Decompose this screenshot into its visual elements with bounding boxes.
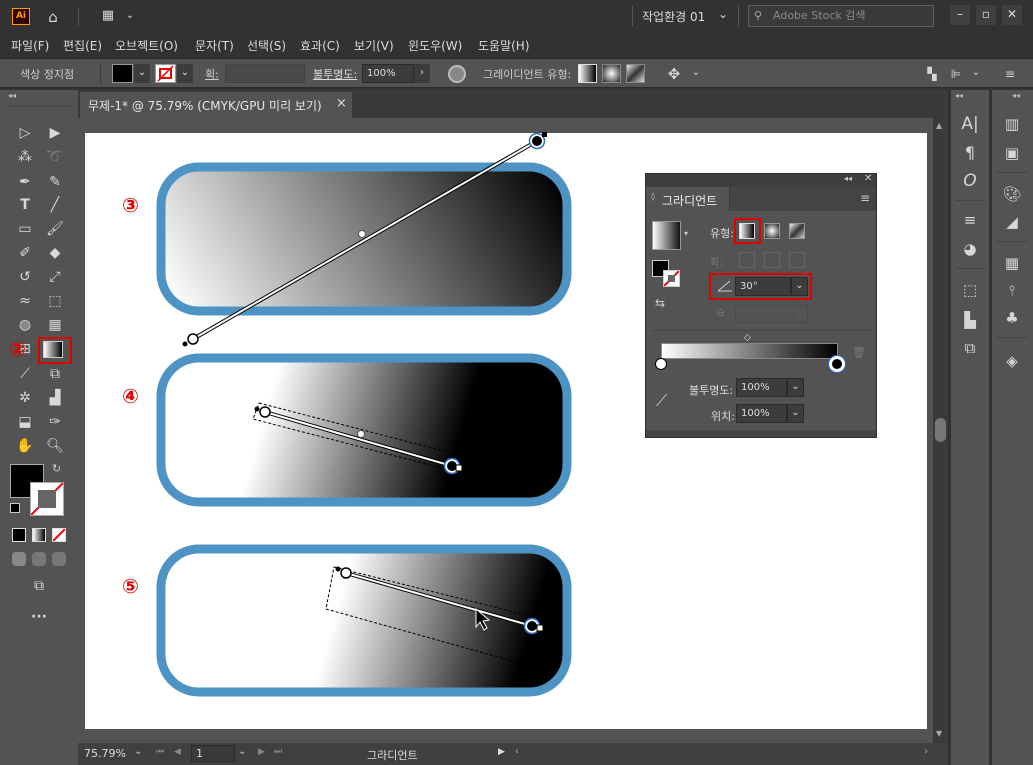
panel-stroke-swatch[interactable] bbox=[663, 270, 680, 287]
gradient-panel-icon[interactable]: ◢ bbox=[1002, 213, 1022, 231]
divider bbox=[652, 330, 870, 331]
midpoint-diamond-icon[interactable]: ◇ bbox=[744, 333, 751, 343]
gradient-start-stop[interactable] bbox=[340, 567, 352, 579]
collapse-panel-icon[interactable]: ◂◂ bbox=[844, 174, 852, 183]
swatches-panel-icon[interactable]: ▦ bbox=[1002, 254, 1022, 272]
stop-opacity-dropdown[interactable]: ⌄ bbox=[787, 378, 804, 397]
panel-menu-icon[interactable]: ≡ bbox=[860, 191, 870, 205]
panel-bottom-bar bbox=[646, 430, 876, 437]
stop-location-dropdown[interactable]: ⌄ bbox=[787, 404, 804, 423]
divider bbox=[996, 172, 1029, 173]
aspect-ratio-icon: ⊖ bbox=[716, 306, 726, 319]
chevron-down-icon[interactable]: ⌄ bbox=[238, 746, 246, 757]
first-artboard-icon[interactable]: ⏮ bbox=[156, 747, 164, 757]
status-menu-arrow[interactable]: ▶ bbox=[498, 747, 505, 757]
stop-opacity-input[interactable]: 100% bbox=[736, 378, 787, 397]
vertical-scrollbar[interactable]: ▲ ▼ bbox=[933, 118, 948, 743]
annotator-end-handle[interactable] bbox=[536, 624, 544, 632]
panel-radial-button[interactable] bbox=[764, 223, 780, 239]
pathfinder-panel-icon[interactable]: ⧉ bbox=[960, 339, 980, 357]
gradient-start-stop[interactable] bbox=[187, 333, 199, 345]
scroll-right-icon[interactable]: › bbox=[924, 746, 928, 757]
callout-3: ③ bbox=[122, 193, 139, 217]
brushes-panel-icon[interactable]: ⫯ bbox=[1002, 282, 1022, 300]
stroke-gradient-across-button bbox=[789, 252, 805, 268]
close-panel-icon[interactable]: ✕ bbox=[864, 173, 872, 184]
gradient-preview-swatch[interactable] bbox=[652, 221, 681, 250]
opentype-panel-icon[interactable]: O bbox=[960, 172, 980, 190]
reverse-gradient-icon[interactable]: ⇆ bbox=[655, 296, 665, 310]
panel-dock-right: ◂◂ ▥ ▣ 🎨︎ ◢ ▦ ⫯ ♣ ◈ bbox=[992, 90, 1033, 765]
annotator-origin-dot bbox=[182, 341, 188, 347]
annotator-midpoint[interactable] bbox=[357, 430, 365, 438]
scroll-left-icon[interactable]: ‹ bbox=[515, 746, 519, 757]
annotator-origin-dot bbox=[335, 566, 341, 572]
annotator-end-handle[interactable] bbox=[455, 464, 463, 472]
divider bbox=[955, 200, 985, 201]
divider bbox=[955, 268, 985, 269]
chevron-down-icon[interactable]: ⌄ bbox=[134, 746, 142, 757]
panel-header-bar: ◂◂ ✕ bbox=[646, 173, 876, 187]
character-panel-icon[interactable]: A| bbox=[960, 115, 980, 133]
align-panel-icon[interactable]: ▙ bbox=[960, 311, 980, 329]
gradient-end-stop[interactable] bbox=[525, 619, 539, 633]
annotator-origin-dot bbox=[254, 406, 260, 412]
gradient-start-stop[interactable] bbox=[259, 406, 271, 418]
gradient-end-stop[interactable] bbox=[530, 134, 544, 148]
stroke-gradient-within-button bbox=[739, 252, 755, 268]
gradient-slider-bar[interactable] bbox=[661, 343, 838, 359]
scroll-up-icon[interactable]: ▲ bbox=[936, 121, 942, 130]
scroll-down-icon[interactable]: ▼ bbox=[936, 729, 942, 738]
properties-panel-icon[interactable]: ▣ bbox=[1002, 144, 1022, 162]
artboard-number-field[interactable]: 1 bbox=[191, 745, 235, 762]
callout-4: ④ bbox=[122, 384, 139, 408]
collapse-arrows[interactable]: ◂◂ bbox=[955, 91, 963, 100]
divider bbox=[996, 337, 1029, 338]
panel-tab-strip bbox=[730, 187, 876, 211]
transparency-panel-icon[interactable]: ◕ bbox=[960, 240, 980, 258]
color-panel-icon[interactable]: 🎨︎ bbox=[1002, 185, 1022, 203]
angle-highlight bbox=[709, 273, 812, 300]
zoom-level[interactable]: 75.79% bbox=[84, 747, 126, 760]
annotator-end-handle[interactable] bbox=[542, 132, 547, 137]
linear-type-highlight bbox=[734, 218, 761, 244]
symbols-panel-icon[interactable]: ♣ bbox=[1002, 309, 1022, 327]
annotator-midpoint[interactable] bbox=[358, 230, 366, 238]
panel-tab-arrows: ◊ bbox=[651, 192, 655, 201]
callout-5: ⑤ bbox=[122, 574, 139, 598]
gradient-panel-title: 그라디언트 bbox=[662, 194, 718, 208]
prev-artboard-icon[interactable]: ◀ bbox=[174, 747, 181, 757]
location-label: 위치: bbox=[711, 410, 735, 423]
last-artboard-icon[interactable]: ⏭ bbox=[274, 747, 282, 757]
gradient-stop-white[interactable] bbox=[655, 358, 667, 370]
libraries-panel-icon[interactable]: ▥ bbox=[1002, 115, 1022, 133]
artwork-layer bbox=[156, 132, 572, 697]
gradient-stop-black[interactable] bbox=[829, 356, 845, 372]
transform-panel-icon[interactable]: ⬚ bbox=[960, 281, 980, 299]
eyedropper-icon[interactable]: ⟋ bbox=[656, 391, 667, 411]
scroll-thumb[interactable] bbox=[935, 418, 946, 442]
layers-panel-icon[interactable]: ◈ bbox=[1002, 352, 1022, 370]
paragraph-panel-icon[interactable]: ¶ bbox=[960, 144, 980, 162]
collapse-arrows[interactable]: ◂◂ bbox=[1012, 91, 1020, 100]
next-artboard-icon[interactable]: ▶ bbox=[258, 747, 265, 757]
stroke-gradient-along-button bbox=[764, 252, 780, 268]
stroke-panel-icon[interactable]: ≡ bbox=[960, 211, 980, 229]
opacity-label: 불투명도: bbox=[689, 384, 734, 397]
gradient-panel: ◂◂ ✕ ◊ 그라디언트 ≡ ▾ ⇆ 유형: 획: 30° ⌄ ⊖ ⌄ ◇ 🗑︎… bbox=[645, 173, 877, 438]
stop-location-input[interactable]: 100% bbox=[736, 404, 787, 423]
delete-stop-icon[interactable]: 🗑︎ bbox=[852, 346, 866, 359]
gradient-shape-4[interactable] bbox=[156, 353, 572, 507]
divider bbox=[996, 241, 1029, 242]
callout-2: ② bbox=[9, 337, 26, 361]
aspect-ratio-input: ⌄ bbox=[735, 305, 808, 323]
status-bar: 75.79% ⌄ ⏮ ◀ 1 ⌄ ▶ ⏭ 그라디언트 ▶ ‹ › bbox=[78, 743, 948, 765]
chevron-down-icon[interactable]: ▾ bbox=[684, 229, 688, 238]
type-label: 유형: bbox=[710, 227, 734, 240]
stroke-label-dim: 획: bbox=[710, 258, 723, 269]
current-tool-name: 그라디언트 bbox=[367, 749, 418, 762]
panel-tab[interactable]: ◊ 그라디언트 bbox=[646, 187, 730, 211]
panel-dock-left: ◂◂ A| ¶ O ≡ ◕ ⬚ ▙ ⧉ bbox=[951, 90, 989, 765]
panel-freeform-button[interactable] bbox=[789, 223, 805, 239]
